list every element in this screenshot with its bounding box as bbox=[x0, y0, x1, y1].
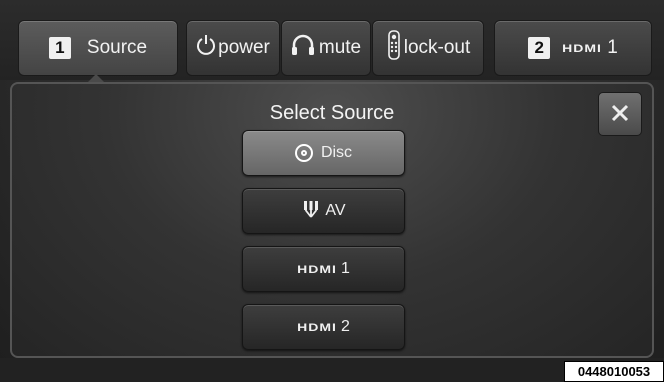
source-hdmi2-button[interactable]: HDMI 2 bbox=[242, 304, 405, 350]
source-av-button[interactable]: AV bbox=[242, 188, 405, 234]
av-cable-icon bbox=[301, 199, 321, 224]
power-button[interactable]: power bbox=[186, 20, 280, 76]
mute-label: mute bbox=[318, 37, 362, 58]
close-button[interactable] bbox=[598, 92, 642, 136]
power-label: power bbox=[218, 37, 270, 58]
power-icon bbox=[196, 34, 216, 62]
hdmi-logo: HDMI bbox=[562, 41, 602, 55]
top-bar: 1 Source power mute lock-out 2 HDMI 1 bbox=[0, 0, 664, 80]
lockout-label: lock-out bbox=[403, 37, 471, 58]
disc-icon bbox=[294, 144, 313, 162]
source-hdmi1-button[interactable]: HDMI 1 bbox=[242, 246, 405, 292]
panel-title: Select Source bbox=[269, 102, 395, 124]
mute-button[interactable]: mute bbox=[281, 20, 371, 76]
select-source-panel: Select Source Disc AV HDMI 1 HDMI 2 bbox=[10, 82, 654, 358]
zone2-number: 2 bbox=[528, 37, 551, 59]
close-icon bbox=[610, 97, 630, 131]
source-disc-label: Disc bbox=[320, 144, 353, 161]
hdmi-logo: HDMI bbox=[297, 320, 337, 334]
source-disc-button[interactable]: Disc bbox=[242, 130, 405, 176]
source-hdmi1-label: 1 bbox=[340, 260, 350, 277]
zone2-suffix: 1 bbox=[607, 37, 618, 58]
source-av-label: AV bbox=[325, 202, 346, 219]
lockout-button[interactable]: lock-out bbox=[372, 20, 484, 76]
source-hdmi2-label: 2 bbox=[340, 318, 350, 335]
zone1-number: 1 bbox=[48, 37, 71, 59]
headphones-icon bbox=[291, 34, 315, 62]
figure-id-caption: 0448010053 bbox=[564, 361, 664, 382]
screen: 1 Source power mute lock-out 2 HDMI 1 Se… bbox=[0, 0, 664, 382]
zone1-source-button[interactable]: 1 Source bbox=[18, 20, 178, 76]
zone1-label: Source bbox=[86, 37, 148, 58]
hdmi-logo: HDMI bbox=[297, 262, 337, 276]
remote-icon bbox=[386, 30, 402, 66]
zone2-source-button[interactable]: 2 HDMI 1 bbox=[494, 20, 652, 76]
